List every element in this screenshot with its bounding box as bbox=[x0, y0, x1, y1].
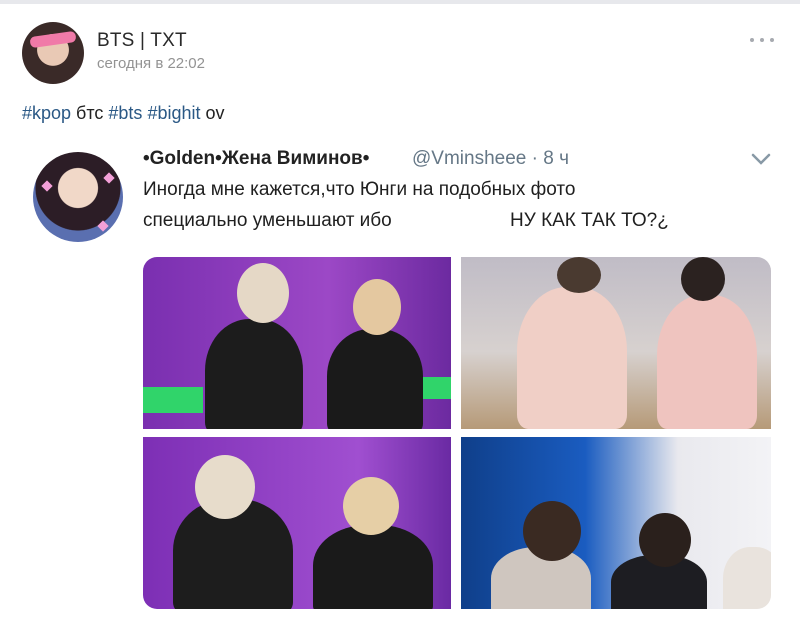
person-head bbox=[237, 263, 289, 323]
tweet-photo[interactable] bbox=[143, 257, 451, 429]
tweet-text-line: Иногда мне кажется,что Юнги на подобных … bbox=[143, 179, 576, 200]
person-head bbox=[343, 477, 399, 535]
top-divider bbox=[0, 0, 800, 4]
person-head bbox=[557, 257, 601, 293]
tweet-handle-time[interactable]: @Vminsheee · 8 ч bbox=[412, 148, 569, 170]
tweet-photo[interactable] bbox=[461, 257, 771, 429]
person-head bbox=[639, 513, 691, 567]
hashtag-kpop[interactable]: #kpop bbox=[22, 103, 71, 123]
person-figure bbox=[517, 287, 627, 429]
more-horizontal-icon[interactable] bbox=[748, 32, 776, 48]
post-text-segment: бтс bbox=[71, 103, 109, 123]
person-head bbox=[523, 501, 581, 561]
hashtag-bts[interactable]: #bts bbox=[108, 103, 142, 123]
photo-backdrop-sign bbox=[143, 387, 203, 413]
tweet-author-name[interactable]: •Golden•Жена Виминов• bbox=[143, 148, 369, 170]
author-avatar[interactable] bbox=[22, 22, 84, 84]
person-figure bbox=[657, 295, 757, 429]
person-figure bbox=[205, 319, 303, 429]
person-head bbox=[195, 455, 255, 519]
avatar-headband bbox=[29, 30, 77, 49]
person-figure bbox=[327, 329, 423, 429]
sparkle-decoration bbox=[103, 172, 115, 184]
post-text-segment: ov bbox=[200, 103, 225, 123]
post-author-name[interactable]: BTS | TXT bbox=[97, 30, 187, 52]
tweet-text-line: специально уменьшают ибо bbox=[143, 210, 392, 231]
person-figure bbox=[723, 547, 771, 609]
sparkle-decoration bbox=[97, 220, 109, 232]
tweet-photo[interactable] bbox=[143, 437, 451, 609]
person-figure bbox=[313, 525, 433, 609]
tweet-photo-grid bbox=[143, 257, 771, 609]
tweet-photo[interactable] bbox=[461, 437, 771, 609]
chevron-down-icon[interactable] bbox=[750, 150, 772, 168]
tweet-author-avatar[interactable] bbox=[33, 152, 123, 242]
person-head bbox=[353, 279, 401, 335]
post-text: #kpop бтс #bts #bighit ov bbox=[22, 103, 225, 124]
person-head bbox=[681, 257, 725, 301]
post-timestamp[interactable]: сегодня в 22:02 bbox=[97, 55, 205, 72]
sparkle-decoration bbox=[41, 180, 53, 192]
hashtag-bighit[interactable]: #bighit bbox=[147, 103, 200, 123]
tweet-text-line: НУ КАК ТАК ТО?¿ bbox=[510, 210, 669, 231]
